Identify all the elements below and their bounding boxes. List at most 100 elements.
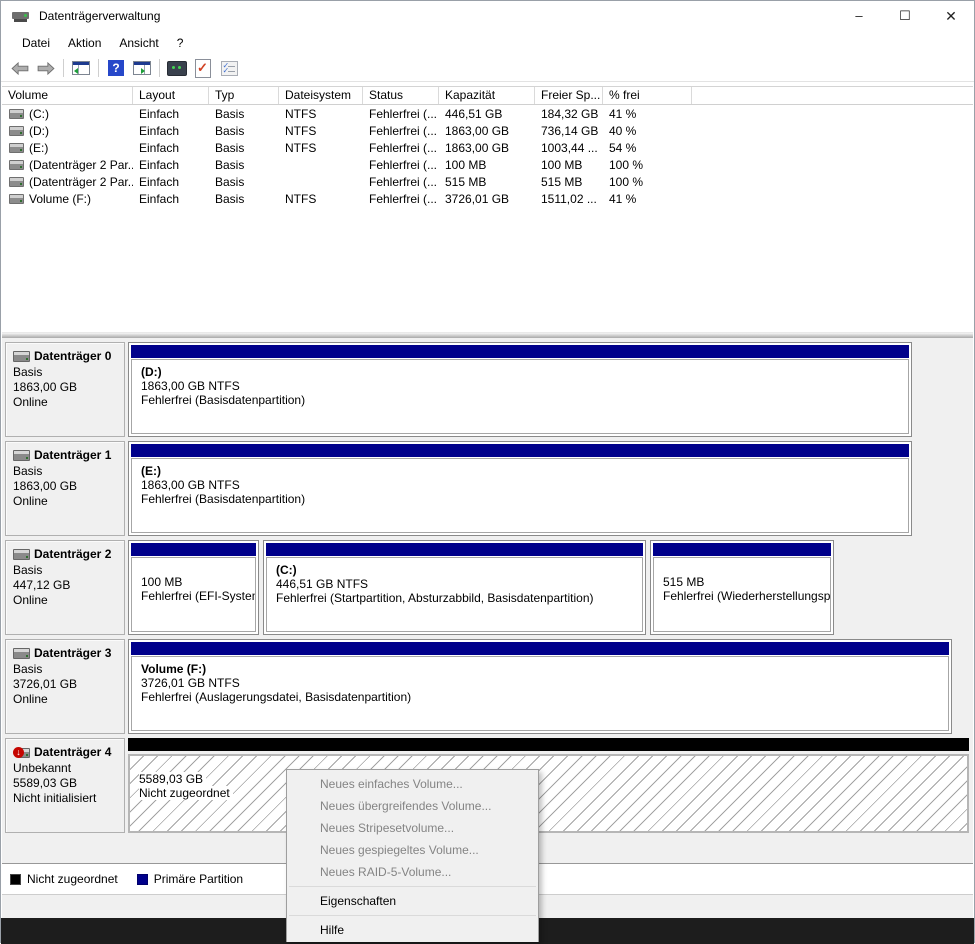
cell-layout: Einfach <box>139 140 180 155</box>
partition-recovery[interactable]: 515 MB Fehlerfrei (Wiederherstellungspa <box>650 540 834 635</box>
partition-c[interactable]: (C:) 446,51 GB NTFS Fehlerfrei (Startpar… <box>263 540 646 635</box>
back-button[interactable] <box>7 57 33 79</box>
window-title: Datenträgerverwaltung <box>39 9 161 23</box>
unallocated-status: Nicht zugeordnet <box>139 786 233 800</box>
unallocated-space[interactable]: 5589,03 GB Nicht zugeordnet <box>128 738 969 833</box>
cell-dateisystem: NTFS <box>285 106 317 121</box>
column-header-layout[interactable]: Layout <box>133 87 209 104</box>
volume-icon <box>9 193 24 204</box>
volume-icon <box>9 125 24 136</box>
menu-aktion[interactable]: Aktion <box>59 33 110 53</box>
partition-color-bar <box>131 345 909 358</box>
menu-item-new-raid5-volume[interactable]: Neues RAID-5-Volume... <box>287 861 538 883</box>
minimize-button[interactable]: – <box>836 1 882 31</box>
table-row[interactable]: (D:) Einfach Basis NTFS Fehlerfrei (... … <box>2 122 973 139</box>
cell-status: Fehlerfrei (... <box>369 106 438 121</box>
partition-status: Fehlerfrei (EFI-Systemp <box>141 589 256 603</box>
disk-4-label[interactable]: ↓ Datenträger 4 Unbekannt 5589,03 GB Nic… <box>5 738 125 833</box>
unallocated-hatch-area: 5589,03 GB Nicht zugeordnet <box>128 754 969 833</box>
disk-state: Online <box>13 494 48 508</box>
disk-size: 1863,00 GB <box>13 479 78 493</box>
menu-ansicht[interactable]: Ansicht <box>110 33 167 53</box>
menu-item-new-striped-volume[interactable]: Neues Stripesetvolume... <box>287 817 538 839</box>
help-button[interactable]: ? <box>103 57 129 79</box>
partition-e[interactable]: (E:) 1863,00 GB NTFS Fehlerfrei (Basisda… <box>128 441 912 536</box>
partition-detail: 446,51 GB NTFS <box>276 577 369 591</box>
checklist-button[interactable]: ✓ ✓ <box>216 57 242 79</box>
cell-status: Fehlerfrei (... <box>369 157 438 172</box>
column-header-typ[interactable]: Typ <box>209 87 279 104</box>
show-action-pane-button[interactable] <box>129 57 155 79</box>
volume-icon <box>9 159 24 170</box>
remote-screen-button[interactable] <box>164 57 190 79</box>
maximize-button[interactable]: ☐ <box>882 1 928 31</box>
disk-size: 447,12 GB <box>13 578 71 592</box>
cell-dateisystem: NTFS <box>285 123 317 138</box>
menu-item-new-simple-volume[interactable]: Neues einfaches Volume... <box>287 773 538 795</box>
partition-label: (E:) <box>141 464 161 478</box>
validate-button[interactable]: ✓ <box>190 57 216 79</box>
disk-state: Online <box>13 593 48 607</box>
cell-typ: Basis <box>215 106 245 121</box>
column-header-prozent-frei[interactable]: % frei <box>603 87 692 104</box>
legend-swatch-primary <box>136 873 148 885</box>
cell-pct: 41 % <box>609 191 637 206</box>
partition-status: Fehlerfrei (Basisdatenpartition) <box>141 492 306 506</box>
disk-3-label[interactable]: Datenträger 3 Basis 3726,01 GB Online <box>5 639 125 734</box>
cell-dateisystem: NTFS <box>285 191 317 206</box>
cell-kapazitaet: 100 MB <box>445 157 487 172</box>
show-console-tree-button[interactable] <box>68 57 94 79</box>
cell-status: Fehlerfrei (... <box>369 191 438 206</box>
column-header-kapazitaet[interactable]: Kapazität <box>439 87 535 104</box>
disk-2-label[interactable]: Datenträger 2 Basis 447,12 GB Online <box>5 540 125 635</box>
volume-icon <box>9 142 24 153</box>
partition-d[interactable]: (D:) 1863,00 GB NTFS Fehlerfrei (Basisda… <box>128 342 912 437</box>
cell-volume: (D:) <box>29 123 49 138</box>
cell-status: Fehlerfrei (... <box>369 123 438 138</box>
menu-item-hilfe[interactable]: Hilfe <box>287 919 538 941</box>
column-header-dateisystem[interactable]: Dateisystem <box>279 87 363 104</box>
table-row[interactable]: Volume (F:) Einfach Basis NTFS Fehlerfre… <box>2 190 973 207</box>
column-header-volume[interactable]: Volume <box>2 87 133 104</box>
help-icon: ? <box>108 60 124 76</box>
cell-typ: Basis <box>215 191 245 206</box>
partition-color-bar <box>131 444 909 457</box>
show-console-tree-icon <box>72 61 90 75</box>
menu-hilfe[interactable]: ? <box>168 33 193 53</box>
menu-item-new-mirrored-volume[interactable]: Neues gespiegeltes Volume... <box>287 839 538 861</box>
volume-list-header: Volume Layout Typ Dateisystem Status Kap… <box>2 87 973 105</box>
partition-efi-system[interactable]: 100 MB Fehlerfrei (EFI-Systemp <box>128 540 259 635</box>
table-row[interactable]: (C:) Einfach Basis NTFS Fehlerfrei (... … <box>2 105 973 122</box>
cell-frei: 736,14 GB <box>541 123 599 138</box>
cell-layout: Einfach <box>139 106 180 121</box>
unallocated-size: 5589,03 GB <box>139 772 207 786</box>
partition-f[interactable]: Volume (F:) 3726,01 GB NTFS Fehlerfrei (… <box>128 639 952 734</box>
disk-row-1: Datenträger 1 Basis 1863,00 GB Online (E… <box>5 441 973 536</box>
cell-typ: Basis <box>215 174 245 189</box>
table-row[interactable]: (Datenträger 2 Par... Einfach Basis Fehl… <box>2 156 973 173</box>
disk-state: Online <box>13 395 48 409</box>
toolbar: ? ✓ ✓ ✓ <box>1 55 974 82</box>
volume-icon <box>9 108 24 119</box>
column-header-freier-speicher[interactable]: Freier Sp... <box>535 87 603 104</box>
cell-volume: (E:) <box>29 140 49 155</box>
disk-type: Basis <box>13 563 43 577</box>
cell-volume: (Datenträger 2 Par... <box>29 157 133 172</box>
table-row[interactable]: (E:) Einfach Basis NTFS Fehlerfrei (... … <box>2 139 973 156</box>
partition-status: Fehlerfrei (Startpartition, Absturzabbil… <box>276 591 594 605</box>
disk-0-label[interactable]: Datenträger 0 Basis 1863,00 GB Online <box>5 342 125 437</box>
cell-kapazitaet: 446,51 GB <box>445 106 503 121</box>
table-row[interactable]: (Datenträger 2 Par... Einfach Basis Fehl… <box>2 173 973 190</box>
disk-name: Datenträger 2 <box>34 547 112 561</box>
close-button[interactable]: ✕ <box>928 1 974 31</box>
column-header-status[interactable]: Status <box>363 87 439 104</box>
disk-1-label[interactable]: Datenträger 1 Basis 1863,00 GB Online <box>5 441 125 536</box>
cell-kapazitaet: 3726,01 GB <box>445 191 510 206</box>
cell-frei: 1511,02 ... <box>541 191 597 206</box>
menu-datei[interactable]: Datei <box>13 33 59 53</box>
column-header-filler <box>692 87 973 104</box>
menu-item-eigenschaften[interactable]: Eigenschaften <box>287 890 538 912</box>
validate-document-icon: ✓ <box>195 58 211 78</box>
menu-item-new-spanned-volume[interactable]: Neues übergreifendes Volume... <box>287 795 538 817</box>
forward-button[interactable] <box>33 57 59 79</box>
